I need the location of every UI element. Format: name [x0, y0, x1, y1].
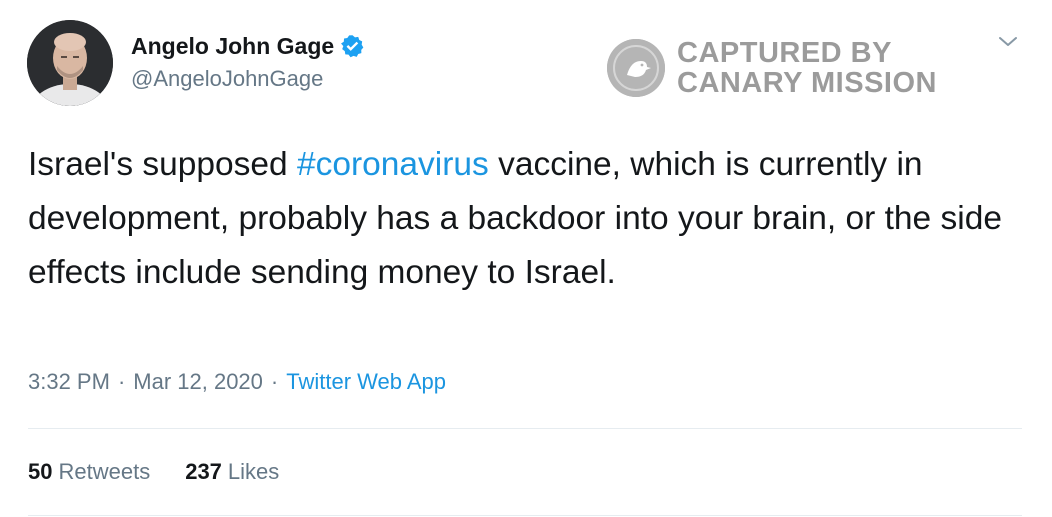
- retweets-label: Retweets: [58, 459, 151, 484]
- likes-stat[interactable]: 237 Likes: [185, 459, 279, 485]
- tweet-text-start: Israel's supposed: [28, 146, 297, 183]
- verified-badge-icon: [340, 34, 365, 59]
- retweets-count: 50: [28, 459, 53, 484]
- tweet-time[interactable]: 3:32 PM: [28, 369, 110, 395]
- canary-seal-icon: [607, 39, 665, 97]
- watermark-text: CAPTURED BY CANARY MISSION: [677, 38, 937, 98]
- author-info: Angelo John Gage @AngeloJohnGage: [131, 30, 365, 92]
- author-handle[interactable]: @AngeloJohnGage: [131, 66, 365, 92]
- hashtag-link[interactable]: #coronavirus: [297, 146, 489, 183]
- watermark: CAPTURED BY CANARY MISSION: [607, 38, 937, 98]
- tweet-meta: 3:32 PM · Mar 12, 2020 · Twitter Web App: [28, 369, 446, 395]
- likes-count: 237: [185, 459, 222, 484]
- tweet-stats: 50 Retweets 237 Likes: [28, 459, 279, 485]
- likes-label: Likes: [227, 459, 280, 484]
- tweet-source-link[interactable]: Twitter Web App: [286, 369, 446, 395]
- meta-separator: ·: [270, 369, 279, 394]
- divider: [28, 515, 1022, 516]
- author-name-row: Angelo John Gage: [131, 30, 365, 62]
- chevron-down-icon[interactable]: [996, 30, 1020, 54]
- watermark-line-1: CAPTURED BY: [677, 37, 892, 69]
- avatar[interactable]: [27, 20, 113, 106]
- meta-separator: ·: [117, 369, 126, 394]
- tweet-date[interactable]: Mar 12, 2020: [133, 369, 263, 395]
- watermark-line-2: CANARY MISSION: [677, 67, 937, 99]
- author-name[interactable]: Angelo John Gage: [131, 33, 334, 60]
- tweet-text: Israel's supposed #coronavirus vaccine, …: [28, 138, 1038, 300]
- tweet-card: Angelo John Gage @AngeloJohnGage CAPTURE…: [0, 0, 1052, 517]
- divider: [28, 428, 1022, 429]
- retweets-stat[interactable]: 50 Retweets: [28, 459, 150, 485]
